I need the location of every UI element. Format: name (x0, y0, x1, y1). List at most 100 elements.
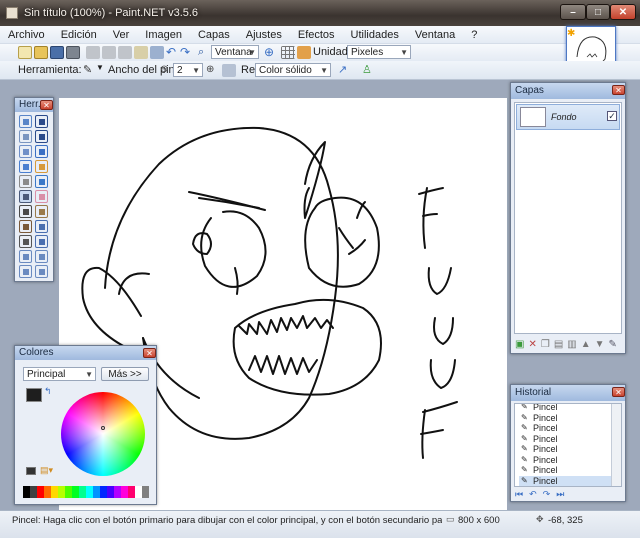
maximize-button[interactable]: □ (586, 4, 610, 20)
pencil-tool-icon[interactable]: ✎ (83, 64, 97, 77)
duplicate-layer-icon[interactable]: ❐ (541, 339, 550, 351)
ruler-icon[interactable] (297, 46, 311, 59)
copy-icon[interactable] (102, 46, 116, 59)
grid-icon[interactable] (281, 46, 295, 59)
palette-swatch[interactable] (142, 486, 149, 498)
palette-menu-icon[interactable]: ▤▾ (40, 465, 53, 476)
menu-archivo[interactable]: Archivo (0, 29, 53, 41)
paintbrush-tool-icon[interactable] (19, 190, 32, 203)
move-down-icon[interactable]: ▼ (595, 339, 605, 351)
menu-ventana[interactable]: Ventana (407, 29, 463, 41)
eraser-tool-icon[interactable] (35, 190, 48, 203)
history-item[interactable]: ✎ Pincel (519, 404, 617, 413)
menu-help[interactable]: ? (463, 29, 485, 41)
zoom-in-icon[interactable]: ⊕ (264, 46, 278, 59)
menu-edicion[interactable]: Edición (53, 29, 105, 41)
gradient-tool-icon[interactable] (35, 175, 48, 188)
color-wheel[interactable] (61, 392, 145, 476)
palette-swatch[interactable] (107, 486, 114, 498)
magic-wand-tool-icon[interactable] (19, 160, 32, 173)
menu-ajustes[interactable]: Ajustes (238, 29, 290, 41)
crop-icon[interactable] (134, 46, 148, 59)
history-item[interactable]: ✎ Pincel (519, 413, 617, 424)
decrease-width-icon[interactable]: ⊖ (160, 64, 174, 77)
palette-swatch[interactable] (30, 486, 37, 498)
palette-swatch[interactable] (114, 486, 121, 498)
colors-panel-title[interactable]: Colores (15, 346, 156, 360)
swap-colors-icon[interactable]: ↰ (44, 386, 52, 397)
antialias-icon[interactable] (222, 64, 236, 77)
delete-layer-icon[interactable]: ✕ (528, 339, 536, 351)
move-selected-tool-icon[interactable] (35, 130, 48, 143)
history-scrollbar[interactable] (611, 404, 621, 486)
save-icon[interactable] (50, 46, 64, 59)
reset-colors-icon[interactable] (26, 467, 36, 475)
rounded-rect-tool-icon[interactable] (35, 250, 48, 263)
more-colors-button[interactable]: Más >> (101, 367, 149, 381)
units-select[interactable]: Pixeles ▼ (347, 45, 411, 59)
history-item[interactable]: ✎ Pincel (519, 455, 617, 466)
freeform-shape-tool-icon[interactable] (35, 265, 48, 278)
history-item[interactable]: ✎ Pincel (519, 444, 617, 455)
history-item[interactable]: ✎ Pincel (519, 475, 617, 486)
palette-swatch[interactable] (58, 486, 65, 498)
rect-select-tool-icon[interactable] (19, 115, 32, 128)
primary-color-swatch[interactable] (26, 388, 42, 402)
pan-tool-icon[interactable] (35, 160, 48, 173)
history-item[interactable]: ✎ Pincel (519, 465, 617, 476)
fast-forward-icon[interactable]: ⏭ (556, 489, 564, 501)
close-button[interactable]: ✕ (610, 4, 636, 20)
color-mode-select[interactable]: Principal ▼ (23, 367, 96, 381)
open-file-icon[interactable] (34, 46, 48, 59)
ellipse-tool-icon[interactable] (19, 265, 32, 278)
move-selection-tool-icon[interactable] (35, 115, 48, 128)
palette-swatch[interactable] (79, 486, 86, 498)
deselect-icon[interactable] (150, 46, 164, 59)
menu-efectos[interactable]: Efectos (290, 29, 343, 41)
print-icon[interactable] (66, 46, 80, 59)
color-picker-tool-icon[interactable] (35, 205, 48, 218)
menu-capas[interactable]: Capas (190, 29, 238, 41)
chevron-down-icon[interactable]: ▼ (96, 63, 104, 72)
history-item[interactable]: ✎ Pincel (519, 423, 617, 434)
zoom-icon[interactable]: ⌕ (198, 46, 212, 59)
import-layer-icon[interactable]: ▥ (567, 339, 576, 351)
tools-panel-close-button[interactable]: ✕ (40, 100, 53, 110)
palette-swatch[interactable] (86, 486, 93, 498)
palette-swatch[interactable] (51, 486, 58, 498)
paste-icon[interactable] (118, 46, 132, 59)
palette-swatch[interactable] (128, 486, 135, 498)
palette-swatch[interactable] (44, 486, 51, 498)
move-up-icon[interactable]: ▲ (581, 339, 591, 351)
menu-utilidades[interactable]: Utilidades (343, 29, 407, 41)
colors-panel-close-button[interactable]: ✕ (143, 348, 156, 358)
rectangle-tool-icon[interactable] (19, 250, 32, 263)
palette-swatch[interactable] (37, 486, 44, 498)
minimize-button[interactable]: – (560, 4, 586, 20)
merge-layer-icon[interactable]: ▤ (554, 339, 563, 351)
increase-width-icon[interactable]: ⊕ (206, 64, 220, 77)
zoom-select[interactable]: Ventana ▼ (211, 45, 259, 59)
text-tool-icon[interactable] (19, 235, 32, 248)
pencil-tool-icon[interactable] (19, 205, 32, 218)
palette-swatch[interactable] (65, 486, 72, 498)
cut-icon[interactable] (86, 46, 100, 59)
zoom-tool-icon[interactable] (35, 145, 48, 158)
redo-icon[interactable]: ↷ (180, 46, 194, 59)
brush-width-select[interactable]: 2 ▼ (173, 63, 203, 77)
ellipse-select-tool-icon[interactable] (19, 145, 32, 158)
palette-swatch[interactable] (100, 486, 107, 498)
palette-swatch[interactable] (121, 486, 128, 498)
palette-swatch[interactable] (93, 486, 100, 498)
redo-icon[interactable]: ↷ (543, 489, 551, 501)
palette-swatch[interactable] (72, 486, 79, 498)
new-file-icon[interactable] (18, 46, 32, 59)
palette-swatch[interactable] (23, 486, 30, 498)
clone-stamp-tool-icon[interactable] (19, 220, 32, 233)
undo-icon[interactable]: ↶ (529, 489, 537, 501)
fill-select[interactable]: Color sólido ▼ (255, 63, 331, 77)
layers-panel-title[interactable]: Capas (511, 83, 625, 99)
paint-bucket-tool-icon[interactable] (19, 175, 32, 188)
history-panel-close-button[interactable]: ✕ (612, 387, 625, 397)
history-panel-title[interactable]: Historial (511, 385, 625, 401)
